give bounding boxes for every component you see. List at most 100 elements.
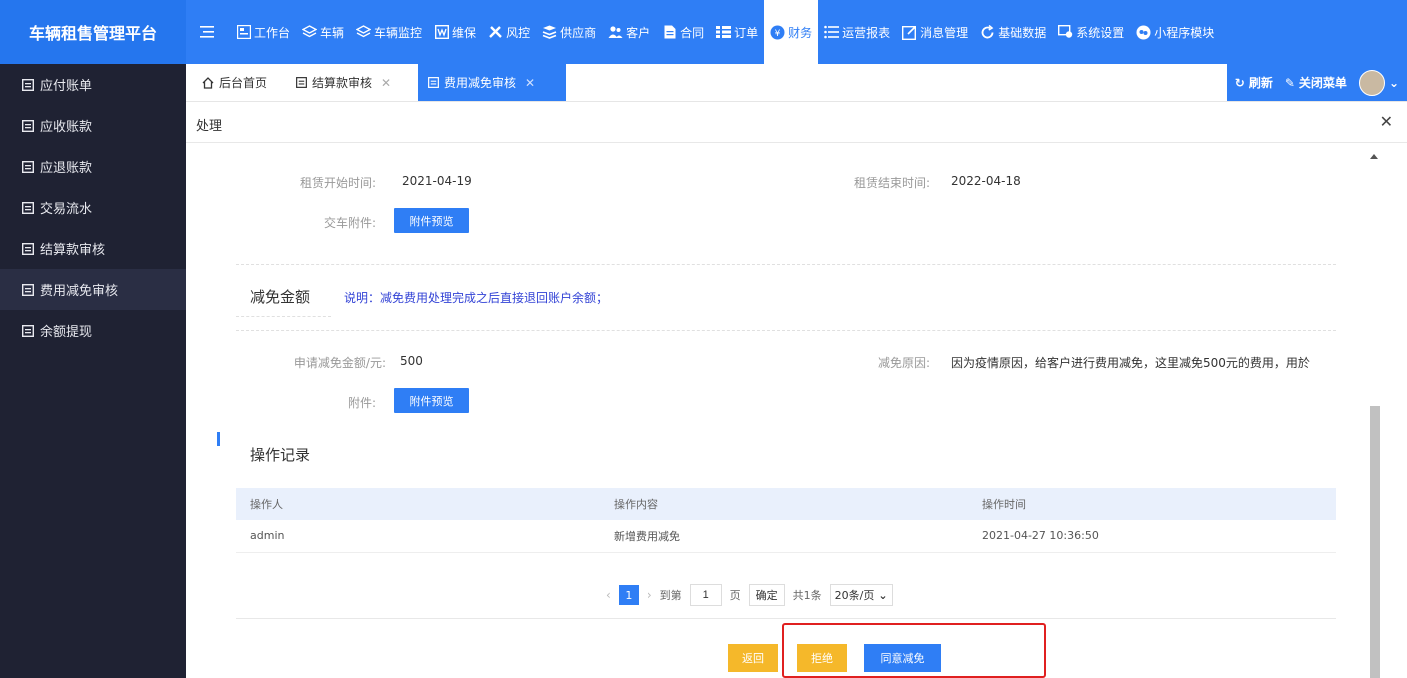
nav-label: 小程序模块 [1154, 25, 1215, 40]
sidebar-item-settlement-review[interactable]: 结算款审核 [0, 228, 186, 269]
word-doc-icon [434, 25, 449, 40]
list-icon [824, 25, 840, 40]
tabs-bar: 后台首页 结算款审核 ✕ 费用减免审核 ✕ ↻ 刷新 ✎ 关闭菜单 ⌄ [186, 64, 1407, 102]
edit-icon [902, 25, 917, 40]
chevron-down-icon: ⌄ [878, 588, 888, 602]
sidebar-item-transactions[interactable]: 交易流水 [0, 187, 186, 228]
sidebar-item-withdrawal[interactable]: 余额提现 [0, 310, 186, 351]
lease-end-value: 2022-04-18 [951, 174, 1021, 188]
column-header: 操作时间 [968, 488, 1336, 520]
nav-item-supplier[interactable]: 供应商 [536, 0, 602, 64]
column-header: 操作人 [236, 488, 600, 520]
sidebar-item-receivables[interactable]: 应收账款 [0, 105, 186, 146]
next-page-icon[interactable]: › [647, 588, 652, 602]
nav-label: 财务 [788, 25, 813, 40]
brand-title: 车辆租售管理平台 [0, 0, 186, 64]
nav-item-basic-data[interactable]: 基础数据 [974, 0, 1052, 64]
document-icon [22, 283, 34, 296]
nav-item-vehicle[interactable]: 车辆 [296, 0, 350, 64]
layers-icon [302, 25, 318, 40]
menu-toggle-button[interactable] [186, 0, 230, 64]
reduction-reason-value: 因为疫情原因，给客户进行费用减免，这里减免500元的费用，用於 [951, 356, 1310, 370]
tab-label: 后台首页 [219, 76, 268, 90]
close-icon[interactable]: ✕ [1380, 112, 1393, 131]
tab-home[interactable]: 后台首页 [192, 64, 277, 101]
nav-item-risk-control[interactable]: 风控 [482, 0, 536, 64]
document-icon [296, 77, 307, 88]
nav-item-message[interactable]: 消息管理 [896, 0, 974, 64]
refresh-icon [980, 24, 995, 40]
nav-item-operation-report[interactable]: 运营报表 [818, 0, 896, 64]
nav-label: 供应商 [560, 25, 597, 40]
page-size-select[interactable]: 20条/页 ⌄ [829, 584, 893, 606]
attachment-preview-button-2[interactable]: 附件预览 [394, 388, 469, 413]
nav-item-mini-program[interactable]: 小程序模块 [1130, 0, 1220, 64]
tools-icon [488, 25, 503, 40]
page-size-value: 20条/页 [834, 589, 875, 602]
sidebar-item-fee-reduction-review[interactable]: 费用减免审核 [0, 269, 186, 310]
close-icon[interactable]: ✕ [525, 76, 535, 90]
nav-item-customer[interactable]: 客户 [602, 0, 656, 64]
layers-icon [356, 25, 372, 40]
tab-label: 结算款审核 [312, 76, 373, 90]
reject-button[interactable]: 拒绝 [797, 644, 847, 672]
apply-amount-label: 申请减免金额/元: [293, 356, 386, 370]
sidebar-item-label: 应退账款 [40, 161, 93, 176]
goto-page-input[interactable] [689, 584, 722, 606]
close-icon[interactable]: ✕ [381, 76, 391, 90]
page-label: 页 [729, 589, 741, 602]
nav-item-maintenance[interactable]: 维保 [428, 0, 482, 64]
close-menu-icon: ✎ [1284, 75, 1295, 90]
close-menu-button[interactable]: ✎ 关闭菜单 [1285, 74, 1347, 91]
nav-item-system-settings[interactable]: 系统设置 [1052, 0, 1130, 64]
wechat-icon [1136, 25, 1151, 40]
stack-icon [542, 25, 557, 40]
document-icon [22, 160, 34, 173]
attachment-preview-button[interactable]: 附件预览 [394, 208, 469, 233]
tab-fee-reduction-review[interactable]: 费用减免审核 ✕ [418, 64, 566, 101]
document-icon [22, 201, 34, 214]
sidebar-item-label: 结算款审核 [40, 243, 106, 258]
pagination: ‹ 1 › 到第 页 确定 共1条 20条/页⌄ [606, 584, 893, 606]
sidebar-item-label: 应收账款 [40, 120, 93, 135]
nav-item-finance[interactable]: ¥ 财务 [764, 0, 819, 64]
nav-item-vehicle-monitor[interactable]: 车辆监控 [350, 0, 428, 64]
goto-confirm-button[interactable]: 确定 [748, 584, 785, 606]
tab-settlement-review[interactable]: 结算款审核 ✕ [286, 64, 401, 101]
sidebar-item-refunds[interactable]: 应退账款 [0, 146, 186, 187]
sidebar-item-label: 费用减免审核 [40, 284, 119, 299]
divider [236, 618, 1336, 619]
operation-content-cell: 新增费用减免 [600, 520, 968, 553]
nav-label: 维保 [452, 25, 477, 40]
sidebar-item-payables[interactable]: 应付账单 [0, 64, 186, 105]
document-icon [22, 78, 34, 91]
records-section-title: 操作记录 [250, 446, 311, 464]
scroll-up-icon[interactable] [1370, 154, 1378, 159]
user-menu[interactable]: ⌄ [1358, 69, 1399, 96]
prev-page-icon[interactable]: ‹ [606, 588, 611, 602]
app-root: 车辆租售管理平台 工作台 车辆 车辆监控 维保 风控 供应商 客户 合同 订单 … [0, 0, 1407, 678]
nav-item-order[interactable]: 订单 [710, 0, 764, 64]
refresh-icon: ↻ [1234, 75, 1245, 90]
tab-actions: ↻ 刷新 ✎ 关闭菜单 ⌄ [1226, 64, 1407, 101]
lease-end-label: 租赁结束时间: [853, 176, 930, 190]
page-title-bar: 处理 ✕ [186, 103, 1407, 143]
nav-label: 客户 [626, 25, 651, 40]
lease-start-label: 租赁开始时间: [299, 176, 376, 190]
refresh-button[interactable]: ↻ 刷新 [1235, 74, 1273, 91]
refresh-label: 刷新 [1248, 76, 1273, 90]
nav-label: 合同 [680, 25, 705, 40]
attachment-label: 附件: [347, 396, 376, 410]
avatar [1358, 69, 1385, 96]
sidebar-item-label: 应付账单 [40, 79, 93, 94]
scroll-thumb[interactable] [1370, 406, 1380, 678]
nav-item-contract[interactable]: 合同 [656, 0, 710, 64]
nav-label: 风控 [506, 25, 531, 40]
approve-reduction-button[interactable]: 同意减免 [864, 644, 941, 672]
nav-item-workbench[interactable]: 工作台 [230, 0, 296, 64]
tab-label: 费用减免审核 [444, 76, 517, 90]
scrollbar[interactable] [1366, 144, 1384, 678]
back-button[interactable]: 返回 [728, 644, 778, 672]
current-page[interactable]: 1 [618, 585, 639, 605]
nav-label: 运营报表 [842, 25, 891, 40]
